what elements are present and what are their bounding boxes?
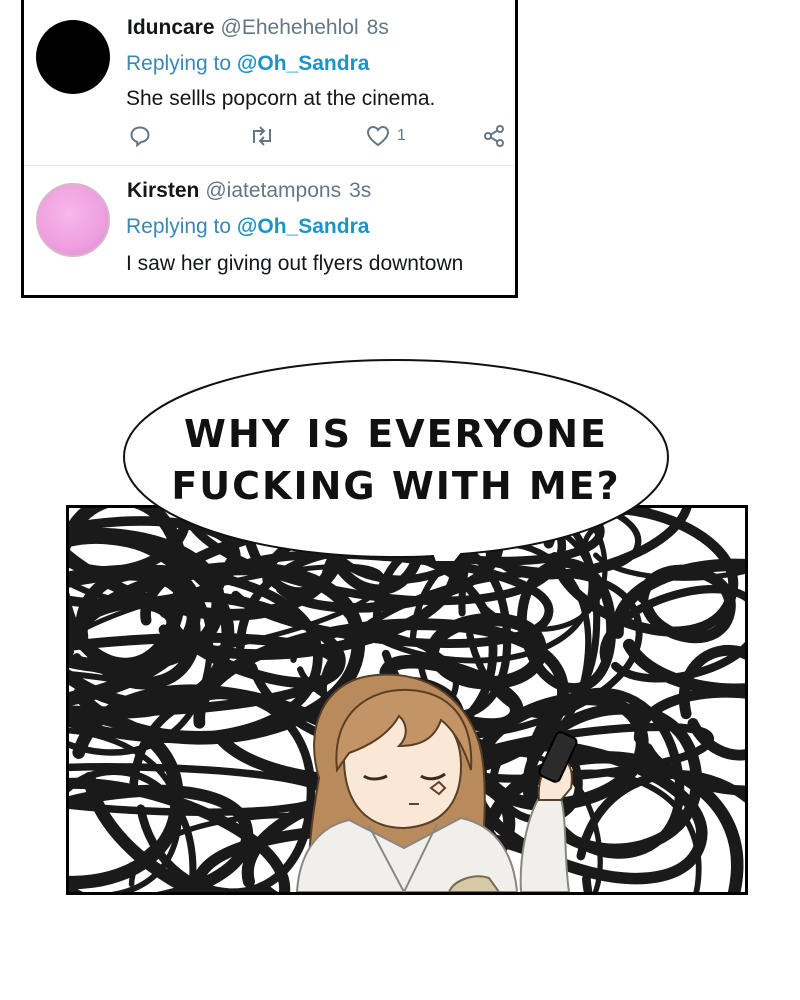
replying-to: Replying to @Oh_Sandra — [126, 215, 369, 239]
replying-label: Replying to — [126, 215, 232, 238]
author-name[interactable]: Iduncare — [127, 16, 215, 39]
tweet: Kirsten @iatetampons 3s Replying to @Oh_Sa… — [24, 166, 515, 298]
like-button[interactable]: 1 — [365, 122, 406, 150]
speech-line: WHY IS EVERYONE — [184, 412, 608, 456]
mention-link[interactable]: @Oh_Sandra — [237, 215, 370, 238]
retweet-button[interactable] — [248, 122, 276, 150]
share-button[interactable] — [482, 122, 506, 150]
tweet-author: Kirsten @iatetampons 3s — [127, 179, 371, 203]
author-name[interactable]: Kirsten — [127, 179, 199, 202]
author-handle: @iatetampons — [205, 179, 342, 202]
avatar[interactable] — [36, 183, 110, 257]
speech-bubble-text: WHY IS EVERYONE FUCKING WITH ME? — [121, 408, 671, 512]
tweet-screenshot: Iduncare @Ehehehehlol 8s Replying to @Oh_S… — [21, 0, 518, 298]
angry-scribble-background — [69, 508, 745, 892]
reply-button[interactable] — [128, 122, 152, 150]
tweet-text: She sellls popcorn at the cinema. — [126, 87, 436, 110]
heart-icon — [365, 124, 391, 148]
speech-line: FUCKING WITH ME? — [171, 464, 621, 508]
like-count: 1 — [397, 127, 406, 144]
reply-icon — [128, 124, 152, 148]
tweet: Iduncare @Ehehehehlol 8s Replying to @Oh_S… — [24, 0, 515, 166]
tweet-time: 3s — [349, 179, 372, 202]
retweet-icon — [248, 124, 276, 148]
author-handle: @Ehehehehlol — [220, 16, 359, 39]
avatar[interactable] — [36, 20, 110, 94]
comic-panel — [66, 505, 748, 895]
tweet-author: Iduncare @Ehehehehlol 8s — [127, 16, 389, 40]
replying-label: Replying to — [126, 52, 232, 75]
share-icon — [482, 124, 506, 148]
tweet-text: I saw her giving out flyers downtown — [126, 252, 464, 275]
tweet-time: 8s — [366, 16, 389, 39]
mention-link[interactable]: @Oh_Sandra — [237, 52, 370, 75]
tweet-actions-cut-off — [24, 292, 515, 298]
replying-to: Replying to @Oh_Sandra — [126, 52, 369, 76]
tweet-actions: 1 — [24, 122, 515, 152]
